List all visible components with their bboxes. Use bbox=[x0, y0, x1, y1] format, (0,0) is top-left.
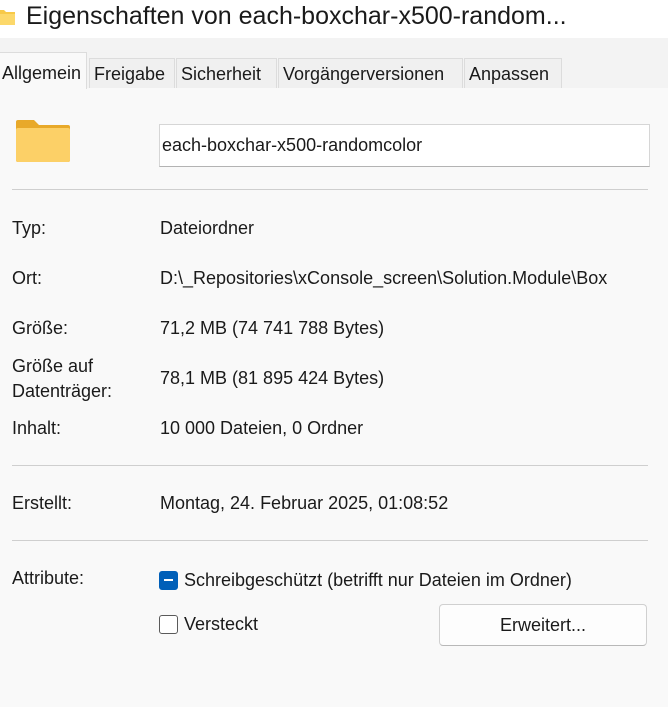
divider bbox=[12, 540, 648, 541]
readonly-checkbox-label[interactable]: Schreibgeschützt (betrifft nur Dateien i… bbox=[184, 569, 572, 592]
location-value: D:\_Repositories\xConsole_screen\Solutio… bbox=[160, 268, 608, 288]
folder-icon bbox=[16, 120, 70, 162]
location-label: Ort: bbox=[12, 268, 42, 288]
size-on-disk-label-line1: Größe auf bbox=[12, 356, 94, 376]
folder-name-input[interactable] bbox=[159, 124, 650, 167]
created-value: Montag, 24. Februar 2025, 01:08:52 bbox=[160, 493, 449, 513]
hidden-checkbox-label[interactable]: Versteckt bbox=[184, 613, 258, 636]
attributes-label: Attribute: bbox=[12, 568, 85, 588]
tab-vorgaengerversionen[interactable]: Vorgängerversionen bbox=[278, 58, 463, 88]
readonly-checkbox[interactable] bbox=[159, 571, 178, 590]
divider bbox=[12, 189, 648, 190]
tab-allgemein[interactable]: Allgemein bbox=[0, 52, 87, 89]
properties-window: Eigenschaften von each-boxchar-x500-rand… bbox=[0, 0, 668, 707]
contents-value: 10 000 Dateien, 0 Ordner bbox=[160, 418, 364, 438]
type-value: Dateiordner bbox=[160, 218, 255, 238]
hidden-checkbox[interactable] bbox=[159, 615, 178, 634]
tab-freigabe[interactable]: Freigabe bbox=[89, 58, 175, 88]
size-on-disk-value: 78,1 MB (81 895 424 Bytes) bbox=[160, 368, 385, 388]
divider bbox=[12, 465, 648, 466]
title-bar[interactable]: Eigenschaften von each-boxchar-x500-rand… bbox=[0, 0, 668, 38]
tab-anpassen[interactable]: Anpassen bbox=[464, 58, 562, 88]
advanced-button[interactable]: Erweitert... bbox=[439, 604, 647, 646]
tab-sicherheit[interactable]: Sicherheit bbox=[176, 58, 277, 88]
created-label: Erstellt: bbox=[12, 493, 73, 513]
size-label: Größe: bbox=[12, 318, 69, 338]
window-title: Eigenschaften von each-boxchar-x500-rand… bbox=[26, 2, 567, 30]
size-on-disk-label-line2: Datenträger: bbox=[12, 381, 113, 401]
size-value: 71,2 MB (74 741 788 Bytes) bbox=[160, 318, 385, 338]
contents-label: Inhalt: bbox=[12, 418, 62, 438]
folder-icon bbox=[0, 10, 15, 25]
type-label: Typ: bbox=[12, 218, 47, 238]
